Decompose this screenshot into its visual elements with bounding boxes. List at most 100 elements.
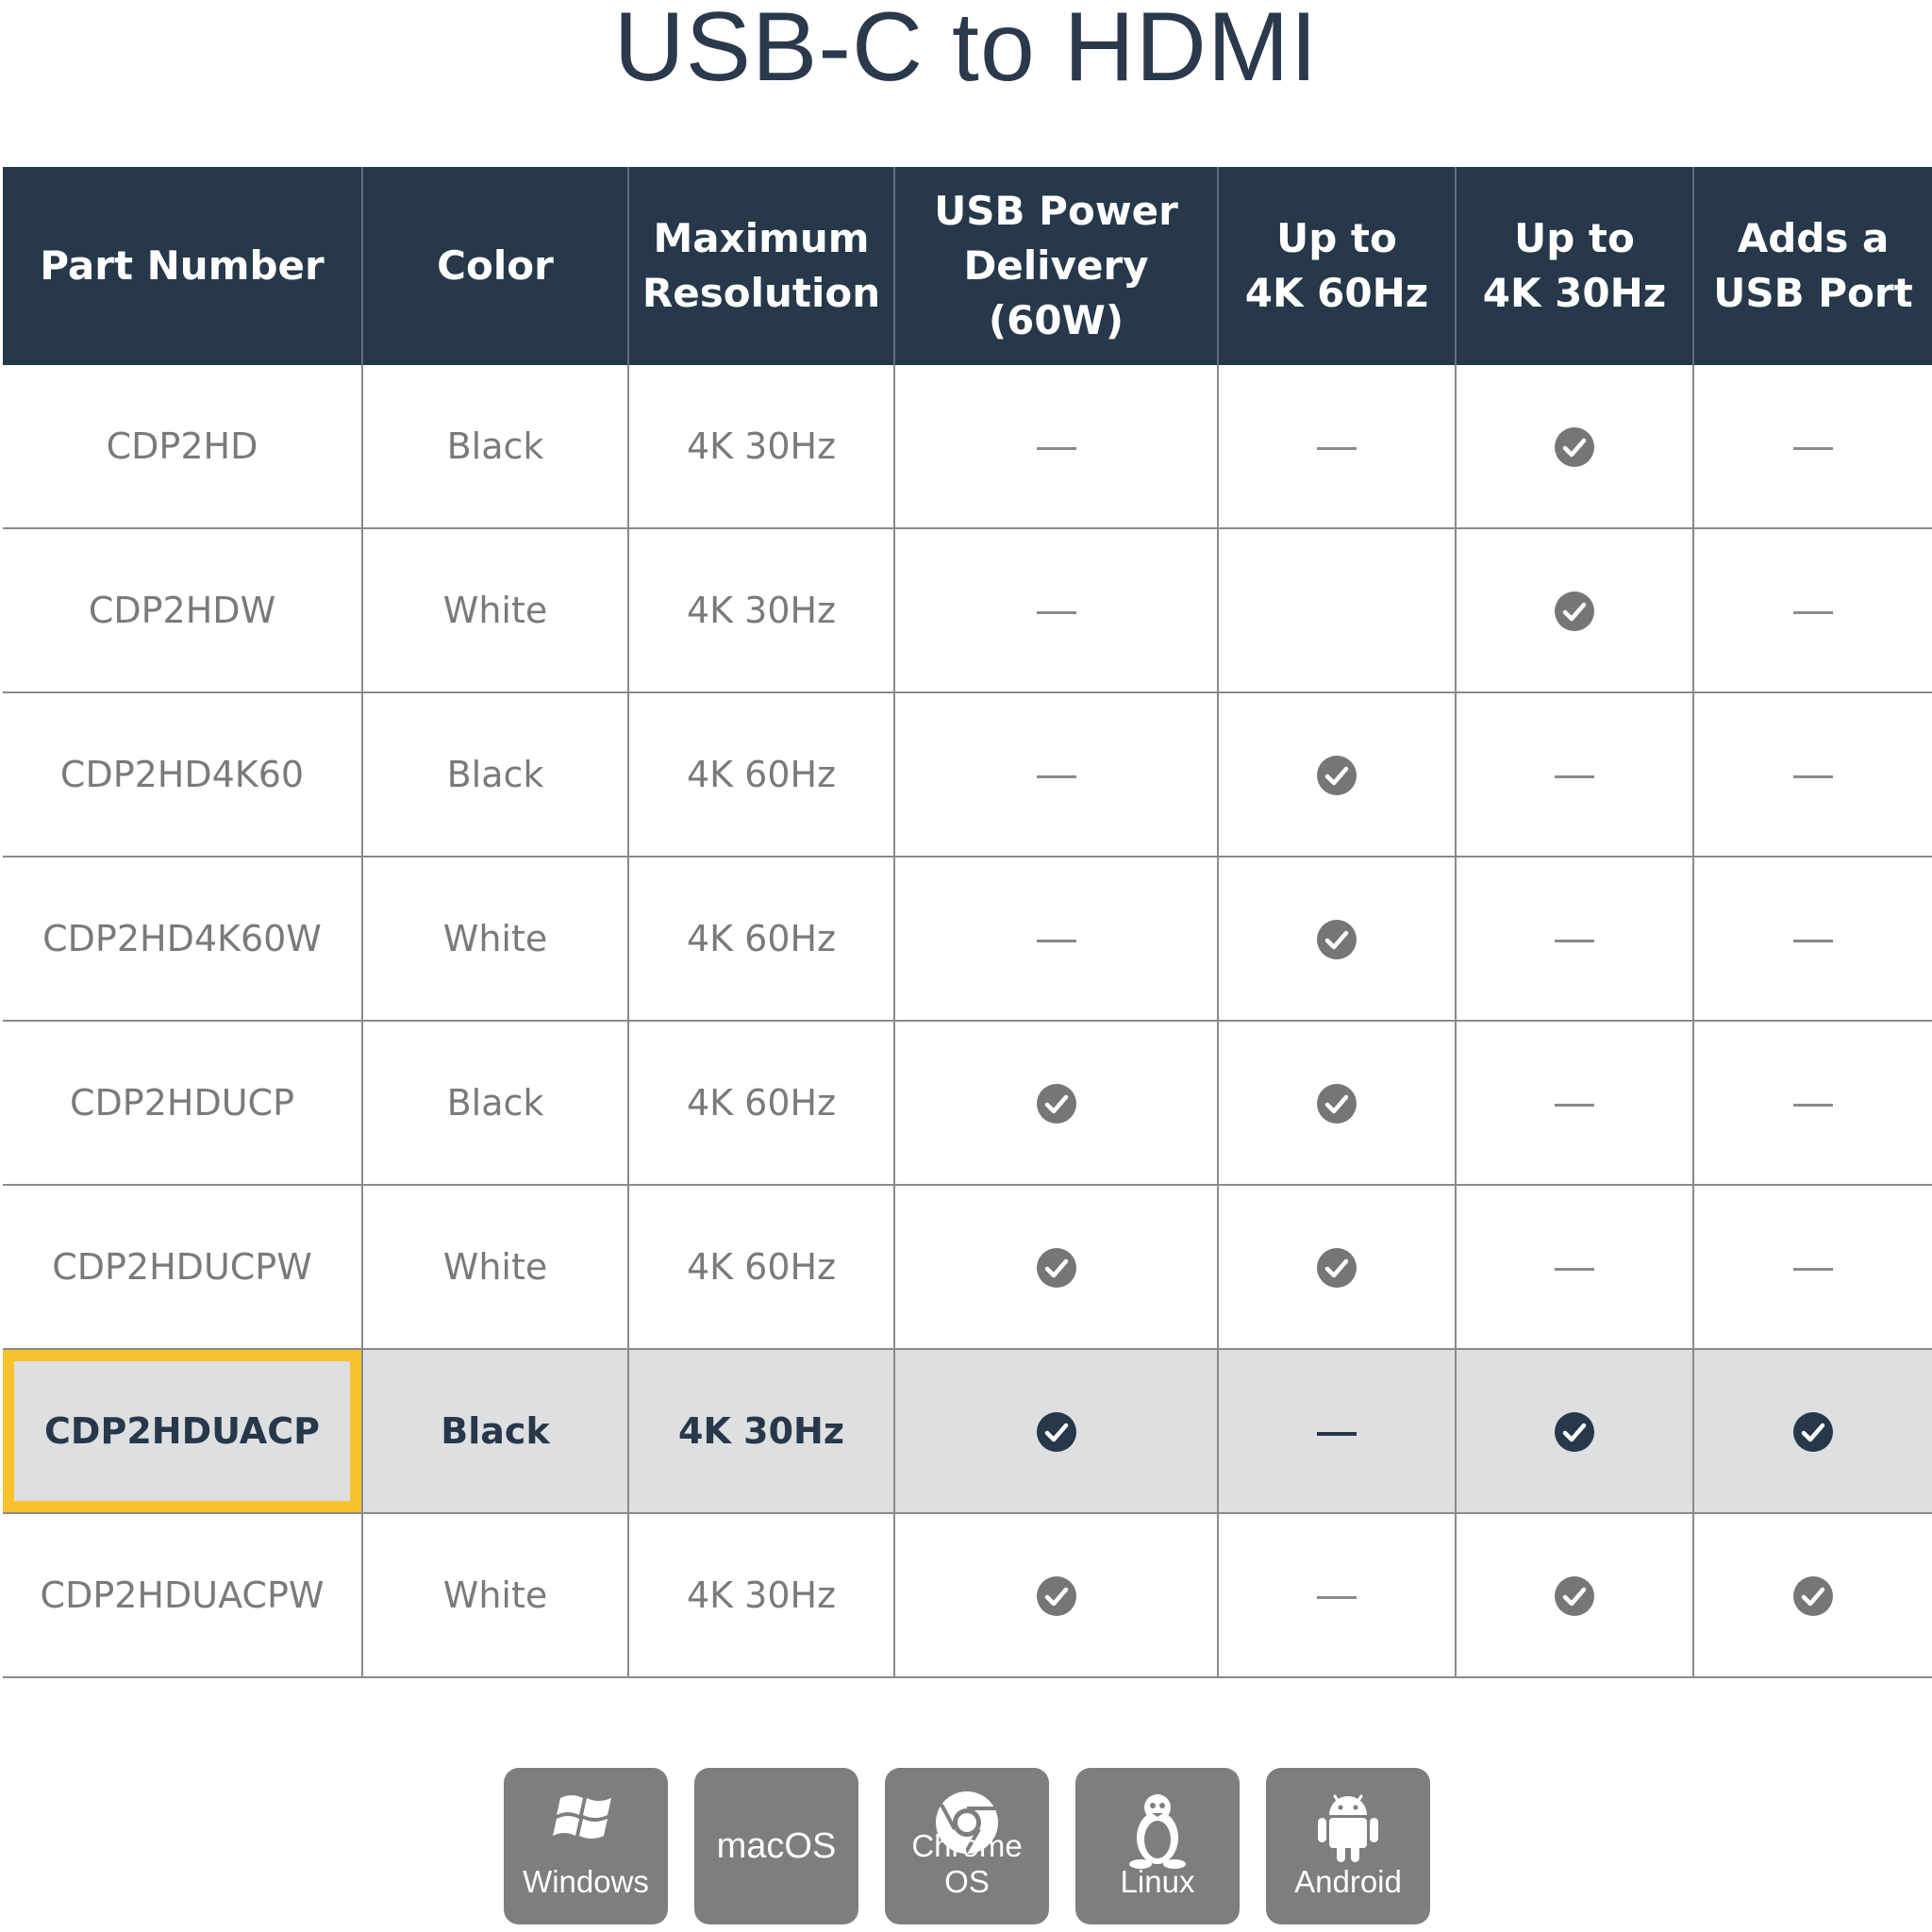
usb-port-cell xyxy=(1692,1513,1932,1678)
usb-power-delivery-cell xyxy=(893,692,1218,858)
part-number-cell: CDP2HDUCP xyxy=(3,1021,362,1186)
dash-icon xyxy=(1036,447,1076,450)
4k60-cell xyxy=(1217,857,1456,1022)
4k30-cell xyxy=(1455,692,1693,858)
usb-port-cell xyxy=(1692,692,1932,858)
android-icon xyxy=(1318,1794,1378,1862)
header-color: Color xyxy=(361,167,628,365)
dash-icon xyxy=(1036,940,1076,942)
os-tile-macos: macOS xyxy=(694,1768,858,1924)
header-4k60: Up to 4K 60Hz xyxy=(1217,167,1456,365)
4k30-cell xyxy=(1455,1513,1693,1678)
part-number-cell: CDP2HDW xyxy=(3,528,362,693)
usb-port-cell xyxy=(1692,365,1932,529)
os-label-linux: Linux xyxy=(1120,1864,1195,1899)
4k30-cell xyxy=(1455,1349,1693,1514)
dash-icon xyxy=(1555,775,1594,778)
table-row: CDP2HD4K60 Black 4K 60Hz xyxy=(3,692,1932,858)
os-label-macos: macOS xyxy=(716,1826,837,1866)
checkmark-icon xyxy=(1555,1576,1594,1617)
part-number-cell: CDP2HDUACPW xyxy=(3,1513,362,1678)
resolution-cell: 4K 60Hz xyxy=(627,692,894,858)
resolution-cell: 4K 30Hz xyxy=(627,528,894,693)
color-cell: White xyxy=(361,528,628,693)
checkmark-icon xyxy=(1555,591,1594,632)
checkmark-icon xyxy=(1317,756,1357,796)
dash-icon xyxy=(1555,940,1594,942)
checkmark-icon xyxy=(1793,1412,1833,1453)
checkmark-icon xyxy=(1793,1576,1833,1617)
4k30-cell xyxy=(1455,1185,1693,1350)
dash-icon xyxy=(1555,1104,1594,1107)
usb-port-cell xyxy=(1692,857,1932,1022)
dash-icon xyxy=(1793,611,1833,614)
checkmark-icon xyxy=(1555,1412,1594,1453)
linux-tux-icon xyxy=(1129,1794,1186,1869)
color-cell: White xyxy=(361,1185,628,1350)
4k60-cell xyxy=(1217,1021,1456,1186)
os-compatibility: Windows macOS Chrome OS Linux Android xyxy=(504,1768,1430,1924)
4k60-cell xyxy=(1217,1349,1456,1514)
os-label-windows: Windows xyxy=(523,1864,649,1899)
usb-port-cell xyxy=(1692,1021,1932,1186)
dash-icon xyxy=(1317,1431,1357,1436)
4k60-cell xyxy=(1217,1513,1456,1678)
part-number-cell: CDP2HDUCPW xyxy=(3,1185,362,1350)
4k60-cell xyxy=(1217,692,1456,858)
color-cell: Black xyxy=(361,692,628,858)
table-header-row: Part Number Color Maximum Resolution USB … xyxy=(3,167,1932,365)
color-cell: Black xyxy=(361,1349,628,1514)
checkmark-icon xyxy=(1555,427,1594,468)
table-row: CDP2HD4K60W White 4K 60Hz xyxy=(3,857,1932,1022)
header-part-number: Part Number xyxy=(3,167,362,365)
checkmark-icon xyxy=(1317,1248,1357,1289)
color-cell: White xyxy=(361,857,628,1022)
color-cell: White xyxy=(361,1513,628,1678)
usb-port-cell xyxy=(1692,1349,1932,1514)
usb-power-delivery-cell xyxy=(893,1349,1218,1514)
dash-icon xyxy=(1793,775,1833,778)
4k60-cell xyxy=(1217,365,1456,529)
header-usb-port: Adds a USB Port xyxy=(1692,167,1932,365)
os-label-android: Android xyxy=(1294,1864,1402,1899)
dash-icon xyxy=(1036,775,1076,778)
table-row: CDP2HDUACP Black 4K 30Hz xyxy=(3,1349,1932,1514)
part-number-cell: CDP2HD4K60 xyxy=(3,692,362,858)
usb-power-delivery-cell xyxy=(893,365,1218,529)
table-row: CDP2HD Black 4K 30Hz xyxy=(3,365,1932,529)
table-row: CDP2HDW White 4K 30Hz xyxy=(3,528,1932,693)
resolution-cell: 4K 60Hz xyxy=(627,1185,894,1350)
4k30-cell xyxy=(1455,528,1693,693)
checkmark-icon xyxy=(1036,1084,1076,1124)
4k30-cell xyxy=(1455,857,1693,1022)
os-tile-linux: Linux xyxy=(1075,1768,1240,1924)
usb-power-delivery-cell xyxy=(893,528,1218,693)
4k30-cell xyxy=(1455,1021,1693,1186)
part-number-cell: CDP2HDUACP xyxy=(3,1349,362,1514)
table-row: CDP2HDUCP Black 4K 60Hz xyxy=(3,1021,1932,1186)
usb-power-delivery-cell xyxy=(893,1513,1218,1678)
page-title: USB-C to HDMI xyxy=(613,0,1319,102)
header-4k30: Up to 4K 30Hz xyxy=(1455,167,1693,365)
color-cell: Black xyxy=(361,1021,628,1186)
part-number-cell: CDP2HD4K60W xyxy=(3,857,362,1022)
4k60-cell xyxy=(1217,1185,1456,1350)
resolution-cell: 4K 60Hz xyxy=(627,1021,894,1186)
4k60-cell xyxy=(1217,528,1456,693)
dash-icon xyxy=(1793,447,1833,450)
os-tile-chrome-os: Chrome OS xyxy=(885,1768,1049,1924)
resolution-cell: 4K 30Hz xyxy=(627,1349,894,1514)
dash-icon xyxy=(1793,1104,1833,1107)
dash-icon xyxy=(1555,1268,1594,1271)
resolution-cell: 4K 30Hz xyxy=(627,1513,894,1678)
checkmark-icon xyxy=(1317,1084,1357,1124)
checkmark-icon xyxy=(1036,1248,1076,1289)
part-number-cell: CDP2HD xyxy=(3,365,362,529)
resolution-cell: 4K 60Hz xyxy=(627,857,894,1022)
header-max-resolution: Maximum Resolution xyxy=(627,167,894,365)
header-usb-power-delivery: USB Power Delivery (60W) xyxy=(893,167,1218,365)
dash-icon xyxy=(1793,1268,1833,1271)
os-tile-android: Android xyxy=(1266,1768,1430,1924)
table-row: CDP2HDUCPW White 4K 60Hz xyxy=(3,1185,1932,1350)
usb-power-delivery-cell xyxy=(893,857,1218,1022)
